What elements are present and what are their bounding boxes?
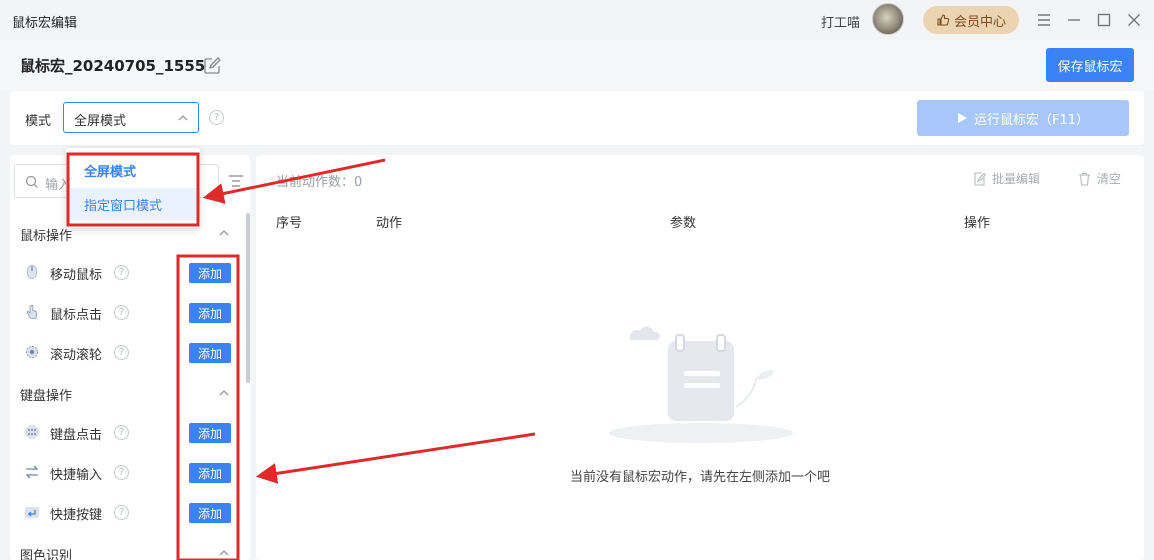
empty-notebook-illustration bbox=[609, 326, 793, 443]
title-bar: 鼠标宏编辑 打工喵 会员中心 bbox=[0, 0, 1154, 40]
pointer-hand-icon bbox=[26, 304, 37, 319]
op-label-mouse-click: 鼠标点击 bbox=[50, 308, 103, 323]
mode-bar: 模式 全屏模式 ? 运行鼠标宏（F11） bbox=[10, 91, 1144, 145]
app-title: 鼠标宏编辑 bbox=[12, 16, 78, 31]
mode-option-window[interactable]: 指定窗口模式 bbox=[66, 188, 200, 220]
clear-button[interactable]: 清空 bbox=[1078, 170, 1121, 187]
section-image-color-recognition[interactable]: 图色识别 bbox=[20, 545, 72, 560]
op-label-move-mouse: 移动鼠标 bbox=[50, 268, 103, 283]
maximize-icon[interactable] bbox=[1094, 10, 1114, 30]
mode-select-value: 全屏模式 bbox=[74, 114, 127, 129]
close-icon[interactable] bbox=[1124, 10, 1144, 30]
minimize-icon[interactable] bbox=[1064, 10, 1084, 30]
mode-select[interactable]: 全屏模式 bbox=[63, 102, 199, 133]
add-key-press-button[interactable]: 添加 bbox=[189, 423, 231, 443]
macro-name: 鼠标宏_20240705_1555 bbox=[20, 57, 206, 75]
add-move-mouse-button[interactable]: 添加 bbox=[189, 263, 231, 283]
add-shortcut-key-button[interactable]: 添加 bbox=[189, 503, 231, 523]
trash-icon bbox=[1079, 172, 1090, 186]
clear-label: 清空 bbox=[1097, 172, 1122, 186]
chevron-up-icon[interactable] bbox=[218, 227, 230, 239]
play-icon bbox=[957, 113, 967, 123]
help-icon[interactable]: ? bbox=[114, 265, 129, 280]
vip-center-button[interactable]: 会员中心 bbox=[923, 6, 1019, 34]
op-label-key-press: 键盘点击 bbox=[50, 428, 103, 443]
chevron-up-icon bbox=[178, 115, 188, 121]
scroll-gear-icon bbox=[26, 346, 38, 358]
run-macro-label: 运行鼠标宏（F11） bbox=[973, 112, 1090, 128]
column-header-operations: 操作 bbox=[964, 216, 991, 231]
save-macro-button[interactable]: 保存鼠标宏 bbox=[1046, 48, 1134, 82]
left-panel-scrollbar[interactable] bbox=[246, 213, 250, 383]
op-label-shortcut-key: 快捷按键 bbox=[50, 508, 103, 523]
column-header-index: 序号 bbox=[276, 216, 303, 231]
op-label-quick-input: 快捷输入 bbox=[50, 468, 103, 483]
help-icon[interactable]: ? bbox=[114, 305, 129, 320]
edit-icon[interactable] bbox=[202, 56, 222, 76]
menu-icon[interactable] bbox=[1034, 10, 1054, 30]
mode-label: 模式 bbox=[25, 114, 52, 129]
mode-option-fullscreen[interactable]: 全屏模式 bbox=[66, 154, 200, 186]
batch-edit-button[interactable]: 批量编辑 bbox=[973, 170, 1040, 187]
batch-edit-icon bbox=[974, 171, 986, 186]
empty-state-message: 当前没有鼠标宏动作，请先在左侧添加一个吧 bbox=[569, 470, 830, 485]
action-count: 当前动作数：0 bbox=[276, 175, 363, 190]
help-icon[interactable]: ? bbox=[114, 345, 129, 360]
op-label-scroll-wheel: 滚动滚轮 bbox=[50, 348, 103, 363]
column-header-action: 动作 bbox=[376, 216, 403, 231]
batch-edit-label: 批量编辑 bbox=[992, 172, 1041, 186]
search-icon bbox=[25, 175, 38, 188]
help-icon[interactable]: ? bbox=[114, 505, 129, 520]
mode-help-icon[interactable]: ? bbox=[209, 110, 224, 125]
column-header-params: 参数 bbox=[670, 216, 697, 231]
add-mouse-click-button[interactable]: 添加 bbox=[189, 303, 231, 323]
help-icon[interactable]: ? bbox=[114, 425, 129, 440]
thumbs-up-icon bbox=[937, 14, 950, 26]
avatar[interactable] bbox=[872, 3, 904, 35]
collapse-all-icon[interactable] bbox=[228, 173, 244, 189]
chevron-up-icon[interactable] bbox=[218, 547, 230, 559]
swap-arrows-icon bbox=[25, 465, 39, 479]
keypad-icon bbox=[25, 425, 39, 439]
vip-center-label: 会员中心 bbox=[953, 14, 1006, 30]
enter-key-icon bbox=[25, 507, 39, 518]
section-keyboard-ops[interactable]: 键盘操作 bbox=[20, 385, 72, 404]
section-mouse-ops[interactable]: 鼠标操作 bbox=[20, 225, 72, 244]
add-scroll-wheel-button[interactable]: 添加 bbox=[189, 343, 231, 363]
mode-dropdown-menu: 全屏模式 指定窗口模式 bbox=[66, 148, 200, 228]
run-macro-button[interactable]: 运行鼠标宏（F11） bbox=[917, 100, 1129, 136]
username[interactable]: 打工喵 bbox=[821, 12, 860, 31]
mouse-icon bbox=[27, 265, 37, 279]
help-icon[interactable]: ? bbox=[114, 465, 129, 480]
add-quick-input-button[interactable]: 添加 bbox=[189, 463, 231, 483]
actions-panel: 当前动作数：0 批量编辑 清空 序号 动作 参数 操作 当前没有鼠标宏动作，请先… bbox=[256, 155, 1144, 560]
macro-header: 鼠标宏_20240705_1555 保存鼠标宏 bbox=[0, 40, 1154, 90]
chevron-up-icon[interactable] bbox=[218, 387, 230, 399]
